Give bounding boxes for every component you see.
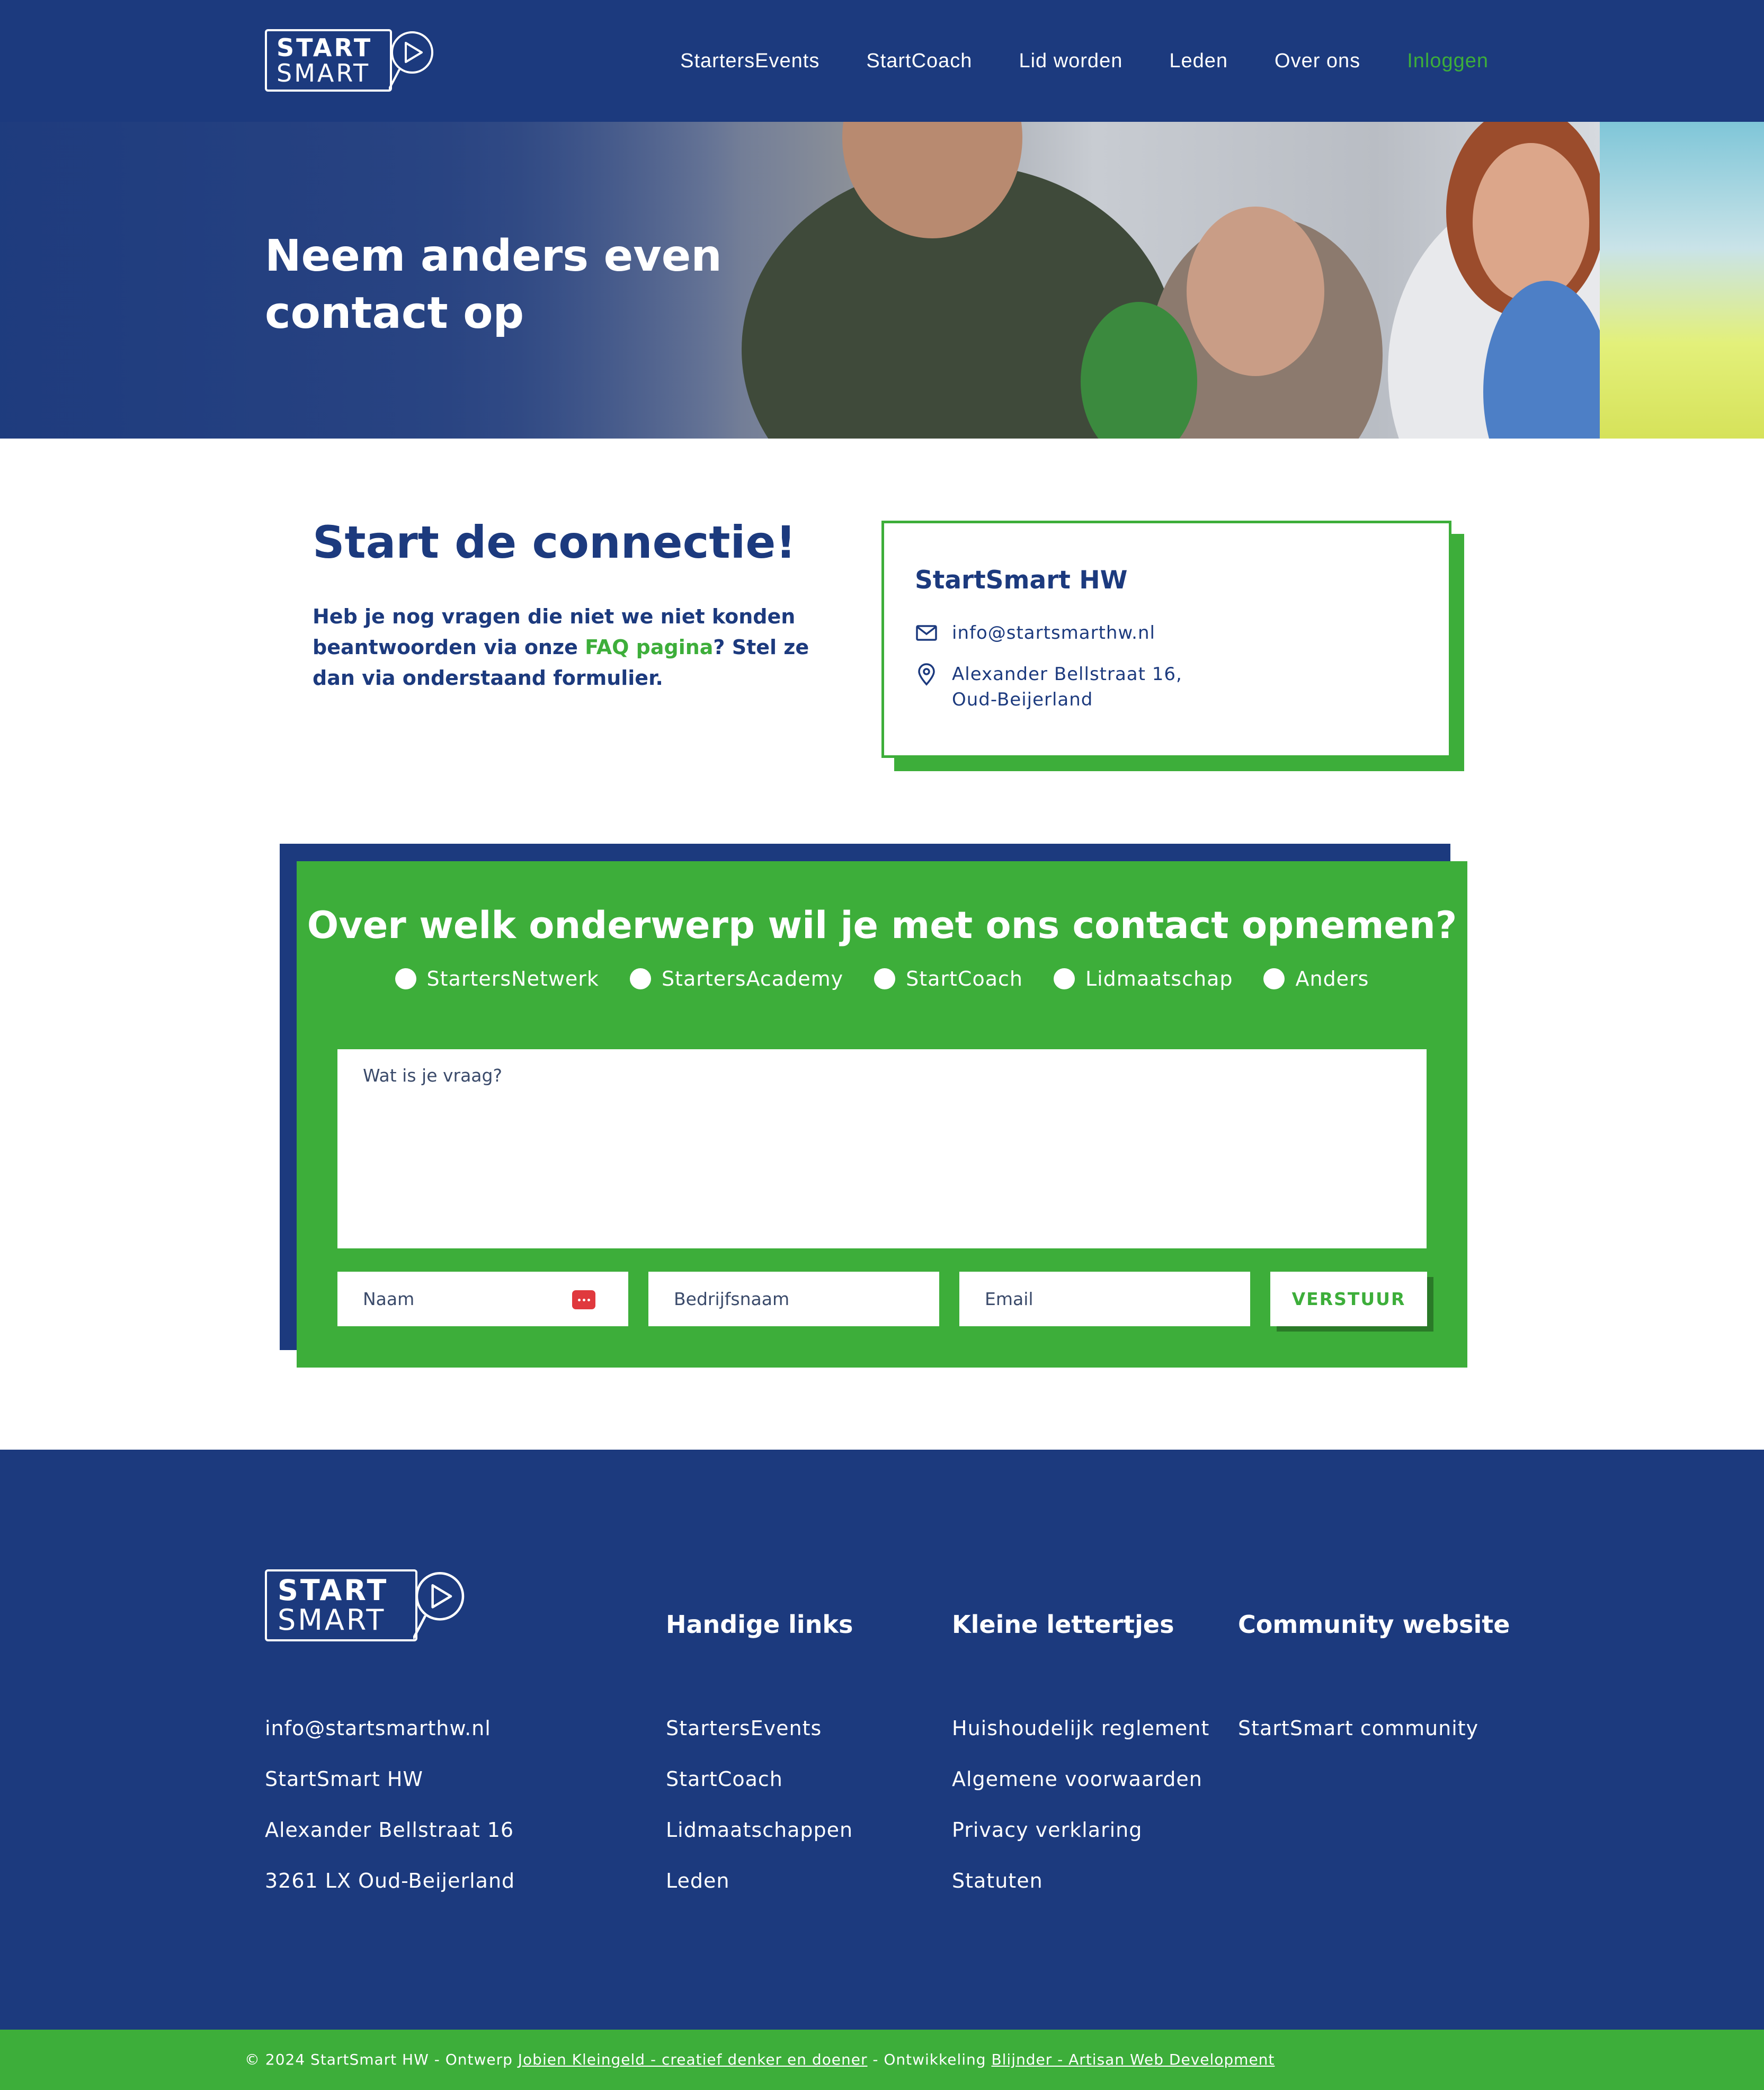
topic-label: StartCoach xyxy=(906,967,1023,990)
intro-title: Start de connectie! xyxy=(313,516,796,568)
site-footer: START SMART info@startsmarthw.nl StartSm… xyxy=(0,1450,1764,2030)
footer-column-handige-links: Handige links StartersEvents StartCoach … xyxy=(666,1609,853,1919)
footer-column-title: Kleine lettertjes xyxy=(952,1610,1174,1639)
nav-starters-events[interactable]: StartersEvents xyxy=(680,50,819,73)
dev-credit-text: - Ontwikkeling xyxy=(867,2051,992,2068)
site-logo[interactable]: START SMART xyxy=(265,29,440,92)
radio-circle[interactable] xyxy=(1053,968,1075,989)
contact-card: StartSmart HW info@startsmarthw.nl Alexa… xyxy=(881,521,1451,758)
footer-column-title: Community website xyxy=(1238,1610,1510,1639)
footer-link-privacy-verklaring[interactable]: Privacy verklaring xyxy=(952,1817,1209,1843)
contact-card-title: StartSmart HW xyxy=(915,566,1128,595)
topic-radio-group: StartersNetwerk StartersAcademy StartCoa… xyxy=(297,967,1467,990)
hero-title: Neem anders even contact op xyxy=(265,231,722,338)
nav-startcoach[interactable]: StartCoach xyxy=(866,50,972,73)
intro-text: Heb je nog vragen die niet we niet konde… xyxy=(313,601,810,693)
footer-link-startsmart-community[interactable]: StartSmart community xyxy=(1238,1716,1510,1741)
form-title: Over welk onderwerp wil je met ons conta… xyxy=(307,904,1457,947)
logo-line-2: SMART xyxy=(277,59,371,87)
footer-bottom-bar: © 2024 StartSmart HW - Ontwerp Jobien Kl… xyxy=(0,2030,1764,2090)
footer-link-algemene-voorwaarden[interactable]: Algemene voorwaarden xyxy=(952,1766,1209,1792)
logo-line-1: START xyxy=(278,1574,389,1607)
main-nav: StartersEvents StartCoach Lid worden Led… xyxy=(680,0,1489,122)
topic-option-anders[interactable]: Anders xyxy=(1263,967,1369,990)
topic-label: Anders xyxy=(1295,967,1369,990)
footer-link-huishoudelijk-reglement[interactable]: Huishoudelijk reglement xyxy=(952,1716,1209,1741)
question-textarea[interactable] xyxy=(337,1049,1427,1248)
footer-city: 3261 LX Oud-Beijerland xyxy=(265,1869,515,1892)
footer-link-lidmaatschappen[interactable]: Lidmaatschappen xyxy=(666,1817,853,1843)
topic-option-startcoach[interactable]: StartCoach xyxy=(874,967,1023,990)
contact-address-line-1: Alexander Bellstraat 16, xyxy=(952,664,1182,685)
footer-link-startersevents[interactable]: StartersEvents xyxy=(666,1716,853,1741)
hero-banner: Neem anders even contact op xyxy=(0,122,1764,439)
footer-column-kleine-lettertjes: Kleine lettertjes Huishoudelijk reglemen… xyxy=(952,1609,1209,1919)
footer-logo[interactable]: START SMART xyxy=(265,1569,471,1641)
radio-circle[interactable] xyxy=(629,968,651,989)
logo-play-icon xyxy=(413,1571,465,1640)
nav-inloggen[interactable]: Inloggen xyxy=(1407,50,1489,73)
nav-leden[interactable]: Leden xyxy=(1169,50,1228,73)
nav-over-ons[interactable]: Over ons xyxy=(1275,50,1360,73)
topic-option-startersacademy[interactable]: StartersAcademy xyxy=(629,967,844,990)
site-header: START SMART StartersEvents StartCoach Li… xyxy=(0,0,1764,122)
topic-label: StartersAcademy xyxy=(661,967,844,990)
nav-lid-worden[interactable]: Lid worden xyxy=(1019,50,1122,73)
radio-circle[interactable] xyxy=(874,968,896,989)
topic-option-startersnetwerk[interactable]: StartersNetwerk xyxy=(395,967,599,990)
mail-icon xyxy=(916,625,937,641)
contact-address-line-2: Oud-Beijerland xyxy=(952,689,1093,710)
footer-credits: © 2024 StartSmart HW - Ontwerp Jobien Kl… xyxy=(245,2030,1275,2090)
email-input[interactable] xyxy=(959,1272,1250,1326)
footer-contact: info@startsmarthw.nl StartSmart HW Alexa… xyxy=(265,1716,515,1919)
design-credit-link[interactable]: Jobien Kleingeld - creatief denker en do… xyxy=(518,2051,868,2068)
logo-play-icon xyxy=(389,31,433,90)
footer-email-link[interactable]: info@startsmarthw.nl xyxy=(265,1716,515,1741)
footer-company-name: StartSmart HW xyxy=(265,1767,424,1791)
copyright-text: © 2024 StartSmart HW - Ontwerp xyxy=(245,2051,518,2068)
footer-column-title: Handige links xyxy=(666,1610,853,1639)
dev-credit-link[interactable]: Blijnder - Artisan Web Development xyxy=(991,2051,1275,2068)
logo-wordmark: START SMART xyxy=(265,1569,417,1641)
logo-line-2: SMART xyxy=(278,1603,386,1637)
logo-wordmark: START SMART xyxy=(265,29,392,92)
radio-circle[interactable] xyxy=(395,968,416,989)
footer-street: Alexander Bellstraat 16 xyxy=(265,1818,514,1842)
contact-email-row: info@startsmarthw.nl xyxy=(915,620,1418,646)
faq-link[interactable]: FAQ pagina xyxy=(585,636,713,659)
password-manager-icon[interactable] xyxy=(572,1290,595,1309)
contact-address: Alexander Bellstraat 16, Oud-Beijerland xyxy=(952,662,1182,712)
location-pin-icon xyxy=(918,663,935,686)
company-input[interactable] xyxy=(648,1272,939,1326)
contact-email[interactable]: info@startsmarthw.nl xyxy=(952,620,1155,646)
footer-link-startcoach[interactable]: StartCoach xyxy=(666,1766,853,1792)
topic-label: StartersNetwerk xyxy=(426,967,599,990)
topic-label: Lidmaatschap xyxy=(1085,967,1233,990)
submit-button[interactable]: VERSTUUR xyxy=(1270,1272,1427,1326)
footer-link-leden[interactable]: Leden xyxy=(666,1868,853,1893)
radio-circle[interactable] xyxy=(1263,968,1285,989)
topic-option-lidmaatschap[interactable]: Lidmaatschap xyxy=(1053,967,1233,990)
logo-line-1: START xyxy=(277,33,373,62)
footer-column-community-website: Community website StartSmart community xyxy=(1238,1609,1510,1766)
footer-link-statuten[interactable]: Statuten xyxy=(952,1868,1209,1893)
contact-form: Over welk onderwerp wil je met ons conta… xyxy=(297,861,1467,1368)
contact-address-row: Alexander Bellstraat 16, Oud-Beijerland xyxy=(915,662,1418,712)
